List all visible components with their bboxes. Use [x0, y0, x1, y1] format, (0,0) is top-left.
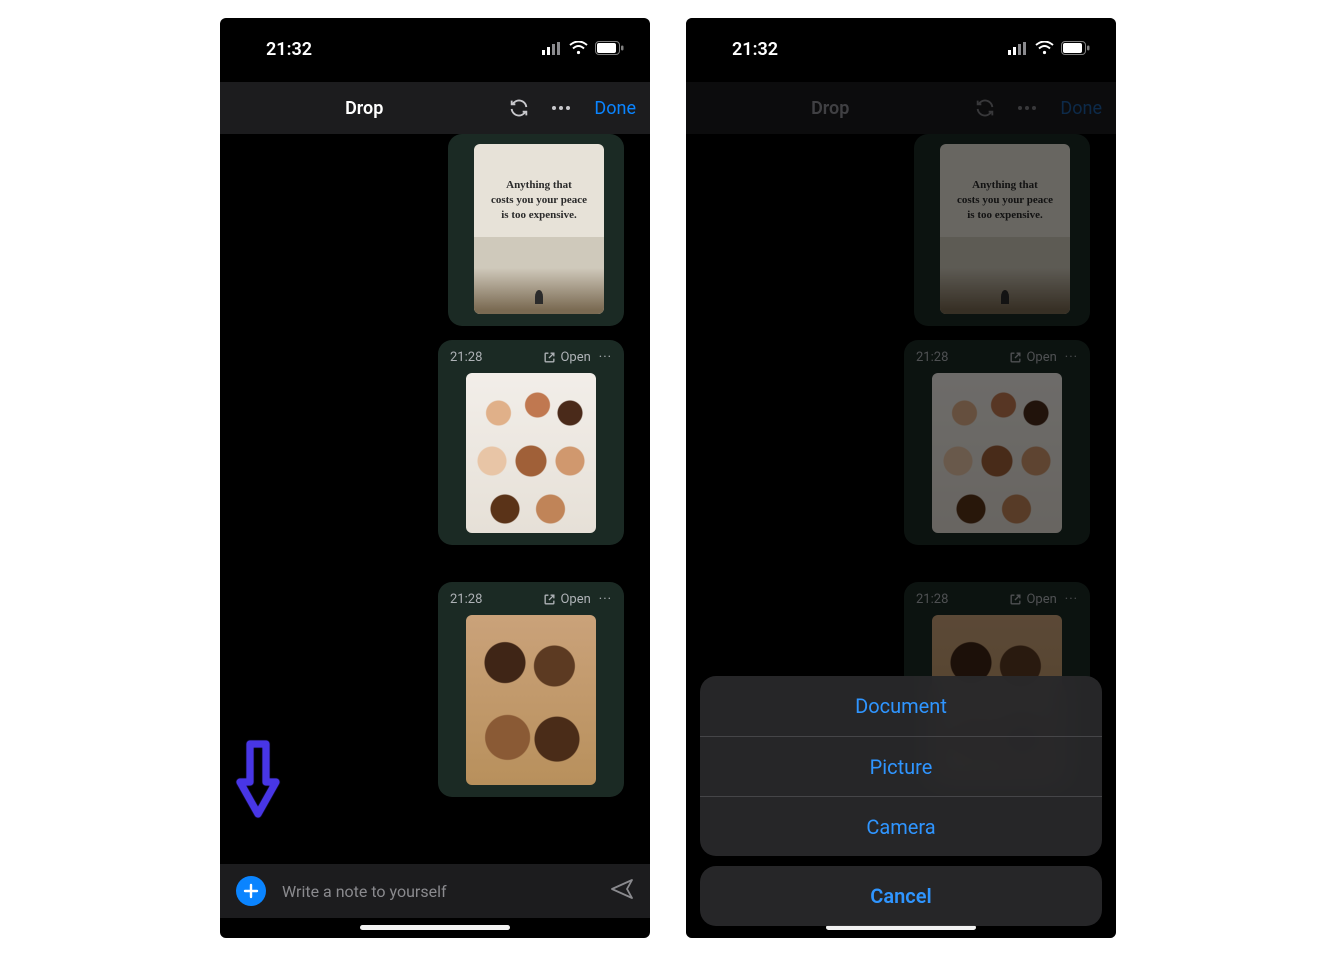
attach-button[interactable] [236, 876, 266, 906]
open-label: Open [560, 592, 590, 607]
message-card-0: Anything that costs you your peace is to… [914, 134, 1090, 326]
quote-line: is too expensive. [957, 208, 1053, 223]
photo-thumbnail[interactable] [466, 373, 596, 533]
app-header: Drop Done [686, 82, 1116, 134]
app-header: Drop Done [220, 82, 650, 134]
sync-icon[interactable] [972, 95, 998, 121]
cellular-icon [1008, 39, 1028, 60]
message-time: 21:28 [916, 592, 948, 607]
message-card-2[interactable]: 21:28 Open ··· [438, 582, 624, 797]
quote-line: Anything that [491, 178, 587, 193]
quote-line: Anything that [957, 178, 1053, 193]
status-bar: 21:32 [686, 18, 1116, 68]
card-more-icon: ··· [1065, 350, 1078, 365]
cellular-icon [542, 39, 562, 60]
sheet-option-document[interactable]: Document [700, 676, 1102, 736]
phone-left: 21:32 Drop Done Anything that [220, 18, 650, 938]
photo-thumbnail[interactable] [466, 615, 596, 785]
annotation-arrow-icon [236, 740, 280, 822]
wifi-icon [1035, 39, 1054, 60]
message-feed[interactable]: Anything that costs you your peace is to… [220, 134, 650, 856]
open-button[interactable]: Open [543, 350, 590, 365]
app-title: Drop [811, 98, 849, 119]
wifi-icon [569, 39, 588, 60]
message-time: 21:28 [916, 350, 948, 365]
sync-icon[interactable] [506, 95, 532, 121]
done-button[interactable]: Done [1060, 98, 1102, 119]
message-card-1[interactable]: 21:28 Open ··· [438, 340, 624, 545]
open-button: Open [1009, 350, 1056, 365]
card-more-icon: ··· [1065, 592, 1078, 607]
status-icons [542, 39, 624, 60]
open-label: Open [1026, 350, 1056, 365]
message-card-1: 21:28 Open ··· [904, 340, 1090, 545]
message-card-0[interactable]: Anything that costs you your peace is to… [448, 134, 624, 326]
quote-line: is too expensive. [491, 208, 587, 223]
more-icon[interactable] [1014, 95, 1040, 121]
home-indicator[interactable] [360, 925, 510, 930]
card-more-icon[interactable]: ··· [599, 592, 612, 607]
photo-thumbnail [932, 373, 1062, 533]
poster-image: Anything that costs you your peace is to… [474, 144, 604, 314]
done-button[interactable]: Done [594, 98, 636, 119]
quote-line: costs you your peace [957, 193, 1053, 208]
quote-line: costs you your peace [491, 193, 587, 208]
battery-icon [1061, 39, 1090, 60]
status-time: 21:32 [732, 39, 778, 60]
message-time: 21:28 [450, 350, 482, 365]
send-button[interactable] [610, 878, 634, 904]
open-button[interactable]: Open [543, 592, 590, 607]
status-icons [1008, 39, 1090, 60]
phone-right: 21:32 Drop Done Anything that [686, 18, 1116, 938]
sheet-cancel-button[interactable]: Cancel [700, 866, 1102, 926]
sheet-option-picture[interactable]: Picture [700, 736, 1102, 796]
open-label: Open [1026, 592, 1056, 607]
app-title: Drop [345, 98, 383, 119]
message-input[interactable]: Write a note to yourself [282, 882, 594, 901]
battery-icon [595, 39, 624, 60]
more-icon[interactable] [548, 95, 574, 121]
composer-bar: Write a note to yourself [220, 864, 650, 918]
poster-image: Anything that costs you your peace is to… [940, 144, 1070, 314]
message-time: 21:28 [450, 592, 482, 607]
status-bar: 21:32 [220, 18, 650, 68]
sheet-option-camera[interactable]: Camera [700, 796, 1102, 856]
open-button: Open [1009, 592, 1056, 607]
open-label: Open [560, 350, 590, 365]
status-time: 21:32 [266, 39, 312, 60]
card-more-icon[interactable]: ··· [599, 350, 612, 365]
action-sheet: Document Picture Camera Cancel [700, 676, 1102, 926]
